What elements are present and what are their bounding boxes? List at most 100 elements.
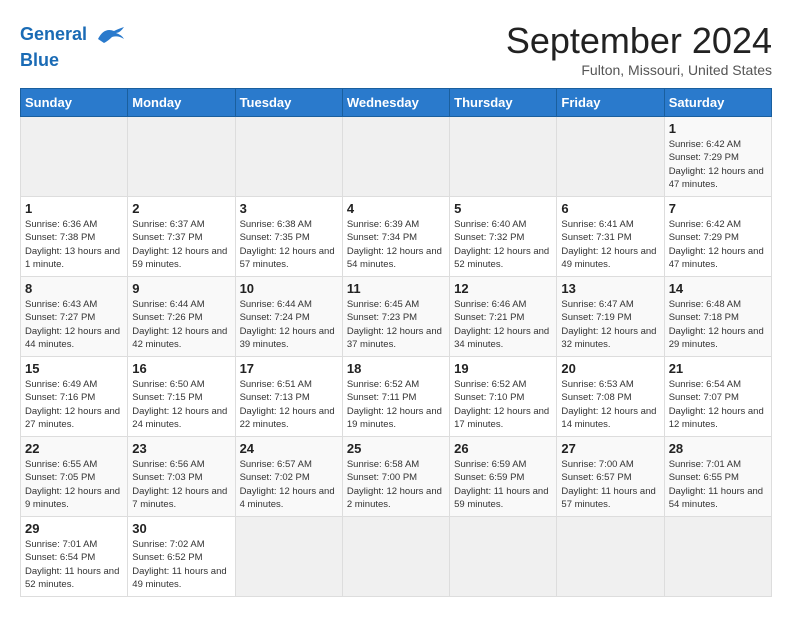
daylight-text: Daylight: 12 hours and 47 minutes.	[669, 166, 764, 190]
sunset-text: Sunset: 7:19 PM	[561, 312, 631, 323]
sunrise-text: Sunrise: 6:56 AM	[132, 459, 204, 470]
day-cell: 12 Sunrise: 6:46 AM Sunset: 7:21 PM Dayl…	[450, 277, 557, 357]
day-cell: 2 Sunrise: 6:37 AM Sunset: 7:37 PM Dayli…	[128, 197, 235, 277]
sunset-text: Sunset: 7:37 PM	[132, 232, 202, 243]
daylight-text: Daylight: 12 hours and 19 minutes.	[347, 406, 442, 430]
sunrise-text: Sunrise: 6:59 AM	[454, 459, 526, 470]
day-cell: 29 Sunrise: 7:01 AM Sunset: 6:54 PM Dayl…	[21, 517, 128, 597]
week-row-1: 1 Sunrise: 6:42 AM Sunset: 7:29 PM Dayli…	[21, 117, 772, 197]
sunset-text: Sunset: 7:35 PM	[240, 232, 310, 243]
logo-bird-icon	[96, 20, 126, 50]
day-info: Sunrise: 6:45 AM Sunset: 7:23 PM Dayligh…	[347, 298, 445, 351]
day-number: 10	[240, 281, 338, 296]
daylight-text: Daylight: 12 hours and 47 minutes.	[669, 246, 764, 270]
sunset-text: Sunset: 7:26 PM	[132, 312, 202, 323]
sunset-text: Sunset: 7:29 PM	[669, 152, 739, 163]
sunset-text: Sunset: 7:21 PM	[454, 312, 524, 323]
sunset-text: Sunset: 6:59 PM	[454, 472, 524, 483]
day-cell: 8 Sunrise: 6:43 AM Sunset: 7:27 PM Dayli…	[21, 277, 128, 357]
daylight-text: Daylight: 12 hours and 34 minutes.	[454, 326, 549, 350]
day-cell: 10 Sunrise: 6:44 AM Sunset: 7:24 PM Dayl…	[235, 277, 342, 357]
day-cell	[664, 517, 771, 597]
day-cell: 1 Sunrise: 6:42 AM Sunset: 7:29 PM Dayli…	[664, 117, 771, 197]
week-row-4: 15 Sunrise: 6:49 AM Sunset: 7:16 PM Dayl…	[21, 357, 772, 437]
day-cell	[235, 117, 342, 197]
sunset-text: Sunset: 7:29 PM	[669, 232, 739, 243]
day-number: 6	[561, 201, 659, 216]
day-cell: 17 Sunrise: 6:51 AM Sunset: 7:13 PM Dayl…	[235, 357, 342, 437]
day-number: 8	[25, 281, 123, 296]
month-title: September 2024	[506, 20, 772, 62]
day-info: Sunrise: 6:47 AM Sunset: 7:19 PM Dayligh…	[561, 298, 659, 351]
sunset-text: Sunset: 7:16 PM	[25, 392, 95, 403]
sunset-text: Sunset: 7:18 PM	[669, 312, 739, 323]
logo-text-general: General	[20, 24, 87, 44]
sunset-text: Sunset: 7:32 PM	[454, 232, 524, 243]
daylight-text: Daylight: 12 hours and 42 minutes.	[132, 326, 227, 350]
daylight-text: Daylight: 12 hours and 14 minutes.	[561, 406, 656, 430]
sunrise-text: Sunrise: 6:52 AM	[454, 379, 526, 390]
day-cell: 26 Sunrise: 6:59 AM Sunset: 6:59 PM Dayl…	[450, 437, 557, 517]
day-number: 27	[561, 441, 659, 456]
day-number: 7	[669, 201, 767, 216]
daylight-text: Daylight: 12 hours and 2 minutes.	[347, 486, 442, 510]
sunset-text: Sunset: 7:31 PM	[561, 232, 631, 243]
sunrise-text: Sunrise: 6:41 AM	[561, 219, 633, 230]
header-day-thursday: Thursday	[450, 89, 557, 117]
day-info: Sunrise: 6:52 AM Sunset: 7:11 PM Dayligh…	[347, 378, 445, 431]
header: General Blue September 2024 Fulton, Miss…	[20, 20, 772, 78]
sunrise-text: Sunrise: 7:00 AM	[561, 459, 633, 470]
day-number: 3	[240, 201, 338, 216]
daylight-text: Daylight: 12 hours and 4 minutes.	[240, 486, 335, 510]
daylight-text: Daylight: 12 hours and 27 minutes.	[25, 406, 120, 430]
sunrise-text: Sunrise: 6:39 AM	[347, 219, 419, 230]
daylight-text: Daylight: 12 hours and 32 minutes.	[561, 326, 656, 350]
day-number: 21	[669, 361, 767, 376]
daylight-text: Daylight: 12 hours and 17 minutes.	[454, 406, 549, 430]
day-number: 16	[132, 361, 230, 376]
day-cell: 23 Sunrise: 6:56 AM Sunset: 7:03 PM Dayl…	[128, 437, 235, 517]
day-cell: 7 Sunrise: 6:42 AM Sunset: 7:29 PM Dayli…	[664, 197, 771, 277]
sunrise-text: Sunrise: 6:50 AM	[132, 379, 204, 390]
day-cell: 13 Sunrise: 6:47 AM Sunset: 7:19 PM Dayl…	[557, 277, 664, 357]
daylight-text: Daylight: 12 hours and 12 minutes.	[669, 406, 764, 430]
daylight-text: Daylight: 11 hours and 54 minutes.	[669, 486, 763, 510]
daylight-text: Daylight: 12 hours and 29 minutes.	[669, 326, 764, 350]
sunset-text: Sunset: 7:38 PM	[25, 232, 95, 243]
sunrise-text: Sunrise: 6:48 AM	[669, 299, 741, 310]
day-info: Sunrise: 6:56 AM Sunset: 7:03 PM Dayligh…	[132, 458, 230, 511]
header-day-tuesday: Tuesday	[235, 89, 342, 117]
day-cell: 27 Sunrise: 7:00 AM Sunset: 6:57 PM Dayl…	[557, 437, 664, 517]
sunset-text: Sunset: 7:23 PM	[347, 312, 417, 323]
day-number: 19	[454, 361, 552, 376]
sunrise-text: Sunrise: 6:40 AM	[454, 219, 526, 230]
sunset-text: Sunset: 6:52 PM	[132, 552, 202, 563]
sunrise-text: Sunrise: 6:46 AM	[454, 299, 526, 310]
day-info: Sunrise: 7:02 AM Sunset: 6:52 PM Dayligh…	[132, 538, 230, 591]
sunset-text: Sunset: 7:08 PM	[561, 392, 631, 403]
day-number: 4	[347, 201, 445, 216]
sunset-text: Sunset: 7:00 PM	[347, 472, 417, 483]
day-info: Sunrise: 6:57 AM Sunset: 7:02 PM Dayligh…	[240, 458, 338, 511]
daylight-text: Daylight: 11 hours and 52 minutes.	[25, 566, 119, 590]
sunrise-text: Sunrise: 6:55 AM	[25, 459, 97, 470]
location: Fulton, Missouri, United States	[506, 62, 772, 78]
sunset-text: Sunset: 7:03 PM	[132, 472, 202, 483]
day-cell	[342, 117, 449, 197]
day-cell: 5 Sunrise: 6:40 AM Sunset: 7:32 PM Dayli…	[450, 197, 557, 277]
sunrise-text: Sunrise: 6:42 AM	[669, 219, 741, 230]
daylight-text: Daylight: 13 hours and 1 minute.	[25, 246, 120, 270]
sunset-text: Sunset: 6:54 PM	[25, 552, 95, 563]
day-number: 28	[669, 441, 767, 456]
sunrise-text: Sunrise: 6:43 AM	[25, 299, 97, 310]
sunset-text: Sunset: 7:34 PM	[347, 232, 417, 243]
day-info: Sunrise: 6:51 AM Sunset: 7:13 PM Dayligh…	[240, 378, 338, 431]
day-info: Sunrise: 6:36 AM Sunset: 7:38 PM Dayligh…	[25, 218, 123, 271]
daylight-text: Daylight: 12 hours and 39 minutes.	[240, 326, 335, 350]
day-info: Sunrise: 6:44 AM Sunset: 7:24 PM Dayligh…	[240, 298, 338, 351]
day-cell: 6 Sunrise: 6:41 AM Sunset: 7:31 PM Dayli…	[557, 197, 664, 277]
header-day-monday: Monday	[128, 89, 235, 117]
day-cell: 1 Sunrise: 6:36 AM Sunset: 7:38 PM Dayli…	[21, 197, 128, 277]
day-cell: 9 Sunrise: 6:44 AM Sunset: 7:26 PM Dayli…	[128, 277, 235, 357]
daylight-text: Daylight: 12 hours and 7 minutes.	[132, 486, 227, 510]
